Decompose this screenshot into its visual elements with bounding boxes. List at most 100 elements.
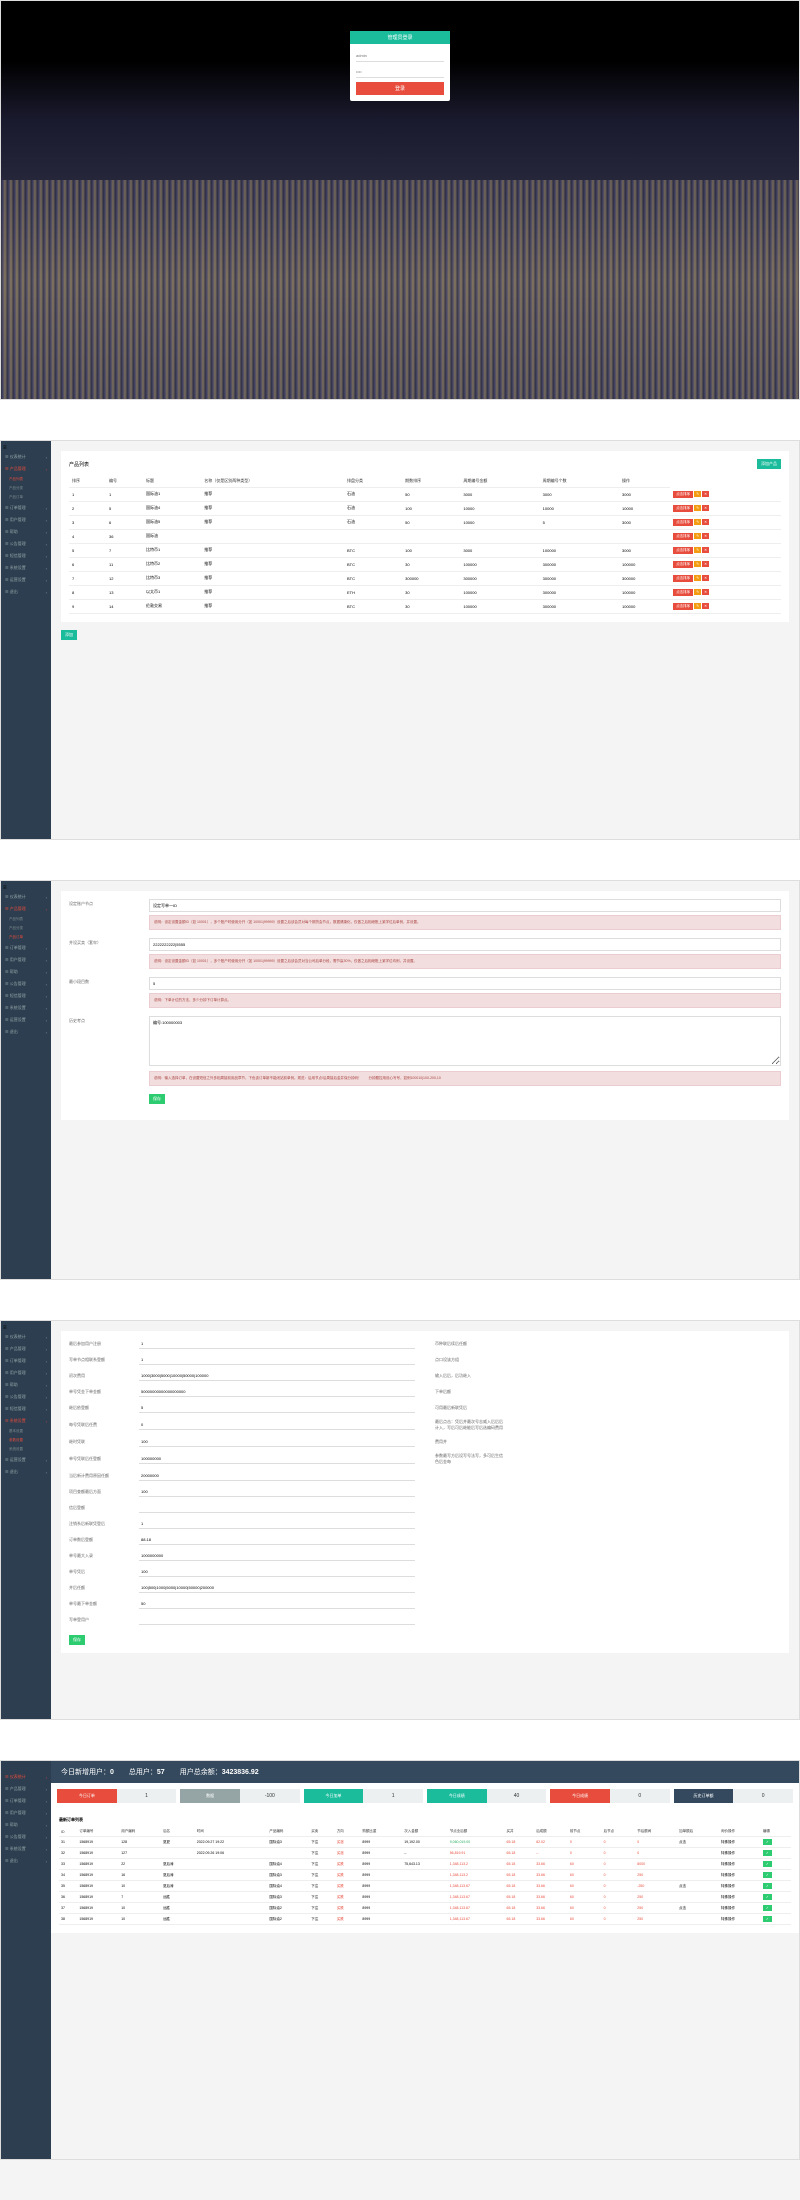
sidebar-subitem[interactable]: 系统设置 bbox=[1, 1445, 51, 1454]
action-button[interactable]: 点击排序 bbox=[673, 505, 693, 512]
row-action-button[interactable]: ✓ bbox=[763, 1905, 772, 1911]
setting-input[interactable] bbox=[139, 1371, 415, 1381]
setting-input[interactable] bbox=[139, 1420, 415, 1430]
delete-button[interactable]: ✕ bbox=[702, 547, 709, 553]
submit-button[interactable]: 保存 bbox=[149, 1094, 165, 1104]
sidebar-subitem[interactable]: 产品列表 bbox=[1, 475, 51, 484]
sidebar-item[interactable]: ☰ 系统设置› bbox=[1, 562, 51, 574]
sidebar-item[interactable]: ☰ 帮助› bbox=[1, 966, 51, 978]
sidebar-item[interactable]: ☰ 退出› bbox=[1, 1026, 51, 1038]
sidebar-item[interactable]: ☰ 订单管理› bbox=[1, 1355, 51, 1367]
menu-icon[interactable]: ≡ bbox=[3, 445, 7, 451]
sidebar-subitem[interactable]: 参数设置 bbox=[1, 1436, 51, 1445]
setting-input[interactable] bbox=[139, 1487, 415, 1497]
setting-input[interactable] bbox=[139, 1355, 415, 1365]
footer-add-button[interactable]: 添加 bbox=[61, 630, 77, 640]
delete-button[interactable]: ✕ bbox=[702, 491, 709, 497]
edit-button[interactable]: ✎ bbox=[694, 603, 701, 609]
sidebar-item[interactable]: ☰ 公告管理› bbox=[1, 1391, 51, 1403]
setting-input[interactable] bbox=[139, 1403, 415, 1413]
sidebar-item[interactable]: ☰ 短信管理› bbox=[1, 550, 51, 562]
sidebar-item[interactable]: ☰ 用户管理› bbox=[1, 954, 51, 966]
sidebar-item[interactable]: ☰ 短信管理› bbox=[1, 990, 51, 1002]
delete-button[interactable]: ✕ bbox=[702, 603, 709, 609]
row-action-button[interactable]: ✓ bbox=[763, 1839, 772, 1845]
sidebar-item[interactable]: ☰ 系统设置› bbox=[1, 1415, 51, 1427]
row-action-button[interactable]: ✓ bbox=[763, 1872, 772, 1878]
form-input[interactable] bbox=[149, 977, 781, 990]
edit-button[interactable]: ✎ bbox=[694, 505, 701, 511]
setting-input[interactable] bbox=[139, 1471, 415, 1481]
row-action-button[interactable]: ✓ bbox=[763, 1861, 772, 1867]
sidebar-item[interactable]: ☰ 公告管理› bbox=[1, 538, 51, 550]
sidebar-item[interactable]: ☰ 产品管理› bbox=[1, 1343, 51, 1355]
sidebar-item[interactable]: ☰ 产品管理› bbox=[1, 1783, 51, 1795]
edit-button[interactable]: ✎ bbox=[694, 491, 701, 497]
delete-button[interactable]: ✕ bbox=[702, 589, 709, 595]
form-textarea[interactable] bbox=[149, 1016, 781, 1066]
sidebar-subitem[interactable]: 产品分类 bbox=[1, 924, 51, 933]
sidebar-item[interactable]: ☰ 公告管理› bbox=[1, 978, 51, 990]
sidebar-item[interactable]: ☰ 用户管理› bbox=[1, 1807, 51, 1819]
delete-button[interactable]: ✕ bbox=[702, 533, 709, 539]
action-button[interactable]: 点击排序 bbox=[673, 519, 693, 526]
setting-input[interactable] bbox=[139, 1615, 415, 1625]
setting-input[interactable] bbox=[139, 1535, 415, 1545]
row-action-button[interactable]: ✓ bbox=[763, 1894, 772, 1900]
form-input[interactable] bbox=[149, 899, 781, 912]
sidebar-item[interactable]: ☰ 运营设置› bbox=[1, 1454, 51, 1466]
setting-input[interactable] bbox=[139, 1583, 415, 1593]
sidebar-item[interactable]: ☰ 产品管理› bbox=[1, 903, 51, 915]
delete-button[interactable]: ✕ bbox=[702, 505, 709, 511]
menu-icon[interactable]: ≡ bbox=[3, 885, 7, 891]
setting-input[interactable] bbox=[139, 1599, 415, 1609]
sidebar-item[interactable]: ☰ 系统设置› bbox=[1, 1002, 51, 1014]
password-input[interactable] bbox=[356, 66, 444, 78]
edit-button[interactable]: ✎ bbox=[694, 589, 701, 595]
save-button[interactable]: 保存 bbox=[69, 1635, 85, 1645]
setting-input[interactable] bbox=[139, 1567, 415, 1577]
sidebar-item[interactable]: ☰ 产品管理› bbox=[1, 463, 51, 475]
sidebar-item[interactable]: ☰ 用户管理› bbox=[1, 514, 51, 526]
sidebar-subitem[interactable]: 基本设置 bbox=[1, 1427, 51, 1436]
username-input[interactable] bbox=[356, 50, 444, 62]
edit-button[interactable]: ✎ bbox=[694, 519, 701, 525]
menu-icon[interactable]: ≡ bbox=[3, 1325, 7, 1331]
sidebar-subitem[interactable]: 产品订单 bbox=[1, 933, 51, 942]
sidebar-item[interactable]: ☰ 短信管理› bbox=[1, 1403, 51, 1415]
sidebar-item[interactable]: ☰ 订单管理› bbox=[1, 502, 51, 514]
action-button[interactable]: 点击排序 bbox=[673, 533, 693, 540]
sidebar-item[interactable]: ☰ 退出› bbox=[1, 1855, 51, 1867]
setting-input[interactable] bbox=[139, 1519, 415, 1529]
edit-button[interactable]: ✎ bbox=[694, 561, 701, 567]
action-button[interactable]: 点击排序 bbox=[673, 491, 693, 498]
delete-button[interactable]: ✕ bbox=[702, 519, 709, 525]
sidebar-item[interactable]: ☰ 帮助› bbox=[1, 1819, 51, 1831]
sidebar-item[interactable]: ☰ 退出› bbox=[1, 1466, 51, 1478]
login-button[interactable]: 登录 bbox=[356, 82, 444, 95]
sidebar-item[interactable]: ☰ 订单管理› bbox=[1, 942, 51, 954]
action-button[interactable]: 点击排序 bbox=[673, 603, 693, 610]
sidebar-item[interactable]: ☰ 运营设置› bbox=[1, 1014, 51, 1026]
setting-input[interactable] bbox=[139, 1503, 415, 1513]
sidebar-subitem[interactable]: 产品分类 bbox=[1, 484, 51, 493]
setting-input[interactable] bbox=[139, 1551, 415, 1561]
sidebar-item[interactable]: ☰ 用户管理› bbox=[1, 1367, 51, 1379]
form-input[interactable] bbox=[149, 938, 781, 951]
setting-input[interactable] bbox=[139, 1387, 415, 1397]
sidebar-item[interactable]: ☰ 帮助› bbox=[1, 1379, 51, 1391]
row-action-button[interactable]: ✓ bbox=[763, 1883, 772, 1889]
sidebar-item[interactable]: ☰ 仪表统计› bbox=[1, 891, 51, 903]
sidebar-item[interactable]: ☰ 仪表统计› bbox=[1, 1331, 51, 1343]
edit-button[interactable]: ✎ bbox=[694, 575, 701, 581]
delete-button[interactable]: ✕ bbox=[702, 561, 709, 567]
sidebar-item[interactable]: ☰ 运营设置› bbox=[1, 574, 51, 586]
add-product-button[interactable]: 添加产品 bbox=[757, 459, 781, 469]
row-action-button[interactable]: ✓ bbox=[763, 1916, 772, 1922]
edit-button[interactable]: ✎ bbox=[694, 547, 701, 553]
action-button[interactable]: 点击排序 bbox=[673, 547, 693, 554]
sidebar-item[interactable]: ☰ 仪表统计› bbox=[1, 1771, 51, 1783]
sidebar-item[interactable]: ☰ 退出› bbox=[1, 586, 51, 598]
sidebar-item[interactable]: ☰ 帮助› bbox=[1, 526, 51, 538]
sidebar-item[interactable]: ☰ 订单管理› bbox=[1, 1795, 51, 1807]
